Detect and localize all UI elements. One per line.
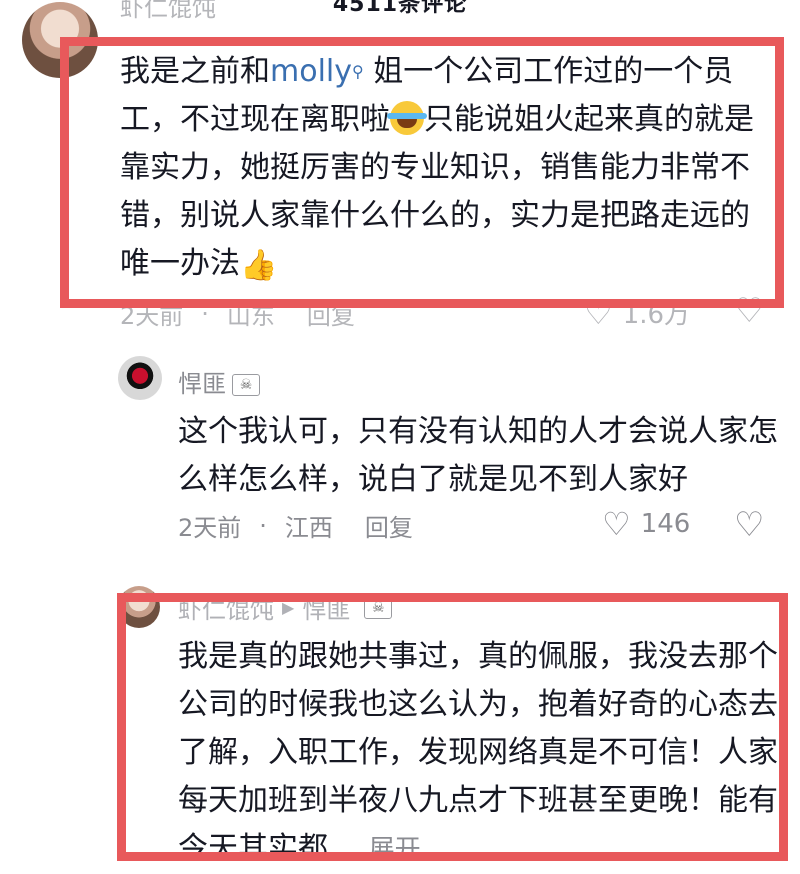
broken-heart-icon[interactable]: ♡ [734, 508, 764, 542]
like-count: 1.6万 [622, 300, 691, 330]
avatar[interactable] [118, 586, 160, 628]
reply-to-username[interactable]: 悍匪 [302, 590, 350, 625]
broken-heart-icon[interactable]: ♡ [734, 294, 764, 328]
comment-meta: 2天前 · 山东 回复 [120, 296, 355, 331]
meta-dot: · [201, 299, 209, 328]
heart-icon: ♡ [584, 293, 613, 332]
avatar[interactable] [118, 356, 162, 400]
pirate-flag-icon: ☠ [232, 374, 260, 396]
comment-username[interactable]: 虾仁馄饨 [120, 0, 216, 23]
comment-text: 我是之前和molly⚲ 姐一个公司工作过的一个员工，不过现在离职啦 只能说姐火起来… [120, 48, 770, 290]
reply-button[interactable]: 回复 [365, 508, 413, 543]
mention-link[interactable]: molly⚲ [270, 54, 364, 89]
pirate-flag-icon: ☠ [364, 596, 393, 619]
expand-button[interactable]: 展开 [369, 835, 421, 865]
reply-arrow-icon: ▶ [282, 598, 295, 617]
comment-text: 我是真的跟她共事过，真的佩服，我没去那个公司的时候我也这么认为，抱着好奇的心态去… [178, 633, 778, 874]
reply-header: 虾仁馄饨 ▶ 悍匪 ☠ [178, 590, 393, 625]
comment-body: 我是真的跟她共事过，真的佩服，我没去那个公司的时候我也这么认为，抱着好奇的心态去… [178, 639, 778, 866]
heart-icon: ♡ [602, 505, 631, 543]
comment-time: 2天前 [178, 514, 242, 542]
like-count: 146 [640, 509, 691, 539]
thumbs-up-icon: 👍 [240, 248, 278, 283]
comment-username[interactable]: 虾仁馄饨 [178, 590, 274, 625]
search-icon: ⚲ [352, 62, 364, 81]
comment-time: 2天前 [120, 302, 184, 330]
avatar[interactable] [22, 2, 98, 78]
comment-text-prefix: 我是之前和 [120, 54, 270, 89]
comment-username[interactable]: 悍匪 ☠ [178, 364, 260, 399]
comment-text: 这个我认可，只有没有认知的人才会说人家怎么样怎么样，说白了就是见不到人家好 [178, 414, 778, 497]
comment-location: 江西 [284, 514, 333, 542]
reply-button[interactable]: 回复 [307, 296, 355, 331]
comment-meta: 2天前 · 江西 回复 [178, 508, 413, 543]
like-button[interactable]: ♡ 1.6万 [584, 294, 690, 331]
laugh-cry-icon [387, 101, 427, 135]
like-button[interactable]: ♡ 146 [602, 508, 690, 540]
meta-dot: · [259, 511, 267, 540]
comment-location: 山东 [226, 302, 275, 330]
